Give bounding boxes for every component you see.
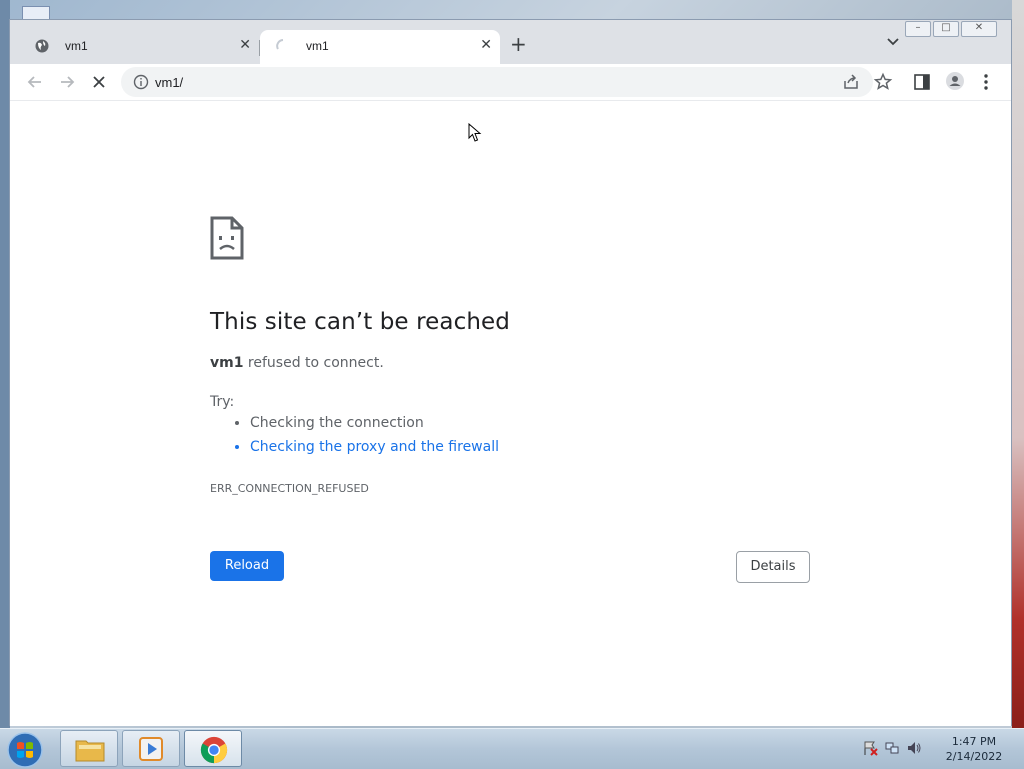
tab-vm1-active[interactable]: vm1 ✕	[260, 30, 500, 64]
taskbar-clock[interactable]: 1:47 PM 2/14/2022	[936, 734, 1012, 764]
error-title: This site can’t be reached	[210, 309, 510, 335]
browser-toolbar: vm1/	[10, 64, 1011, 100]
info-icon[interactable]	[133, 74, 149, 90]
clock-time: 1:47 PM	[951, 735, 997, 748]
start-button-icon[interactable]	[6, 731, 44, 769]
profile-avatar-icon[interactable]	[945, 71, 965, 91]
tab-strip: vm1 ✕ vm1 ✕ +	[10, 28, 1011, 64]
volume-icon[interactable]	[906, 740, 922, 756]
stop-loading-icon[interactable]	[89, 72, 109, 92]
error-host: vm1	[210, 355, 244, 371]
side-panel-icon[interactable]	[913, 73, 931, 91]
suggestion-list: Checking the connection Checking the pro…	[232, 411, 499, 459]
address-url[interactable]: vm1/	[155, 75, 183, 90]
error-code: ERR_CONNECTION_REFUSED	[210, 482, 369, 495]
chevron-down-icon[interactable]	[886, 34, 900, 48]
taskbar: 1:47 PM 2/14/2022	[0, 728, 1024, 769]
taskbar-chrome[interactable]	[184, 730, 242, 767]
try-label: Try:	[210, 394, 235, 410]
address-bar[interactable]: vm1/	[121, 67, 893, 97]
loading-spinner-icon	[276, 39, 284, 50]
mouse-cursor-icon	[468, 123, 482, 142]
browser-window: – □ ✕ vm1 ✕ vm1 ✕ + vm1/ This site can’t…	[9, 19, 1012, 726]
back-arrow-icon[interactable]	[25, 72, 45, 92]
taskbar-media-player[interactable]	[122, 730, 180, 767]
suggestion-check-proxy-link[interactable]: Checking the proxy and the firewall	[250, 435, 499, 459]
tab-close-icon[interactable]: ✕	[239, 37, 251, 53]
tab-close-icon[interactable]: ✕	[480, 37, 492, 53]
tab-label: vm1	[306, 39, 329, 53]
new-tab-button[interactable]: +	[510, 32, 527, 56]
kebab-menu-icon[interactable]	[983, 72, 989, 92]
clock-date: 2/14/2022	[945, 750, 1003, 763]
details-button[interactable]: Details	[736, 551, 810, 583]
error-message-text: refused to connect.	[243, 355, 384, 371]
globe-icon	[35, 39, 49, 53]
network-icon[interactable]	[884, 740, 900, 756]
tab-vm1-inactive[interactable]: vm1 ✕	[19, 30, 259, 64]
sad-document-icon	[210, 216, 244, 260]
action-center-flag-icon[interactable]	[862, 740, 878, 756]
system-tray	[862, 740, 922, 756]
folder-icon	[75, 740, 105, 762]
bookmark-star-icon[interactable]	[873, 72, 893, 92]
error-message: vm1 refused to connect.	[210, 355, 384, 371]
desktop-edge-right	[1012, 0, 1024, 730]
media-player-icon	[139, 737, 163, 761]
share-icon[interactable]	[842, 73, 860, 91]
error-page: This site can’t be reached vm1 refused t…	[10, 100, 1011, 726]
taskbar-explorer[interactable]	[60, 730, 118, 767]
forward-arrow-icon[interactable]	[57, 72, 77, 92]
tab-label: vm1	[65, 39, 88, 53]
reload-button[interactable]: Reload	[210, 551, 284, 581]
chrome-icon	[200, 736, 228, 764]
suggestion-check-connection: Checking the connection	[250, 411, 499, 435]
